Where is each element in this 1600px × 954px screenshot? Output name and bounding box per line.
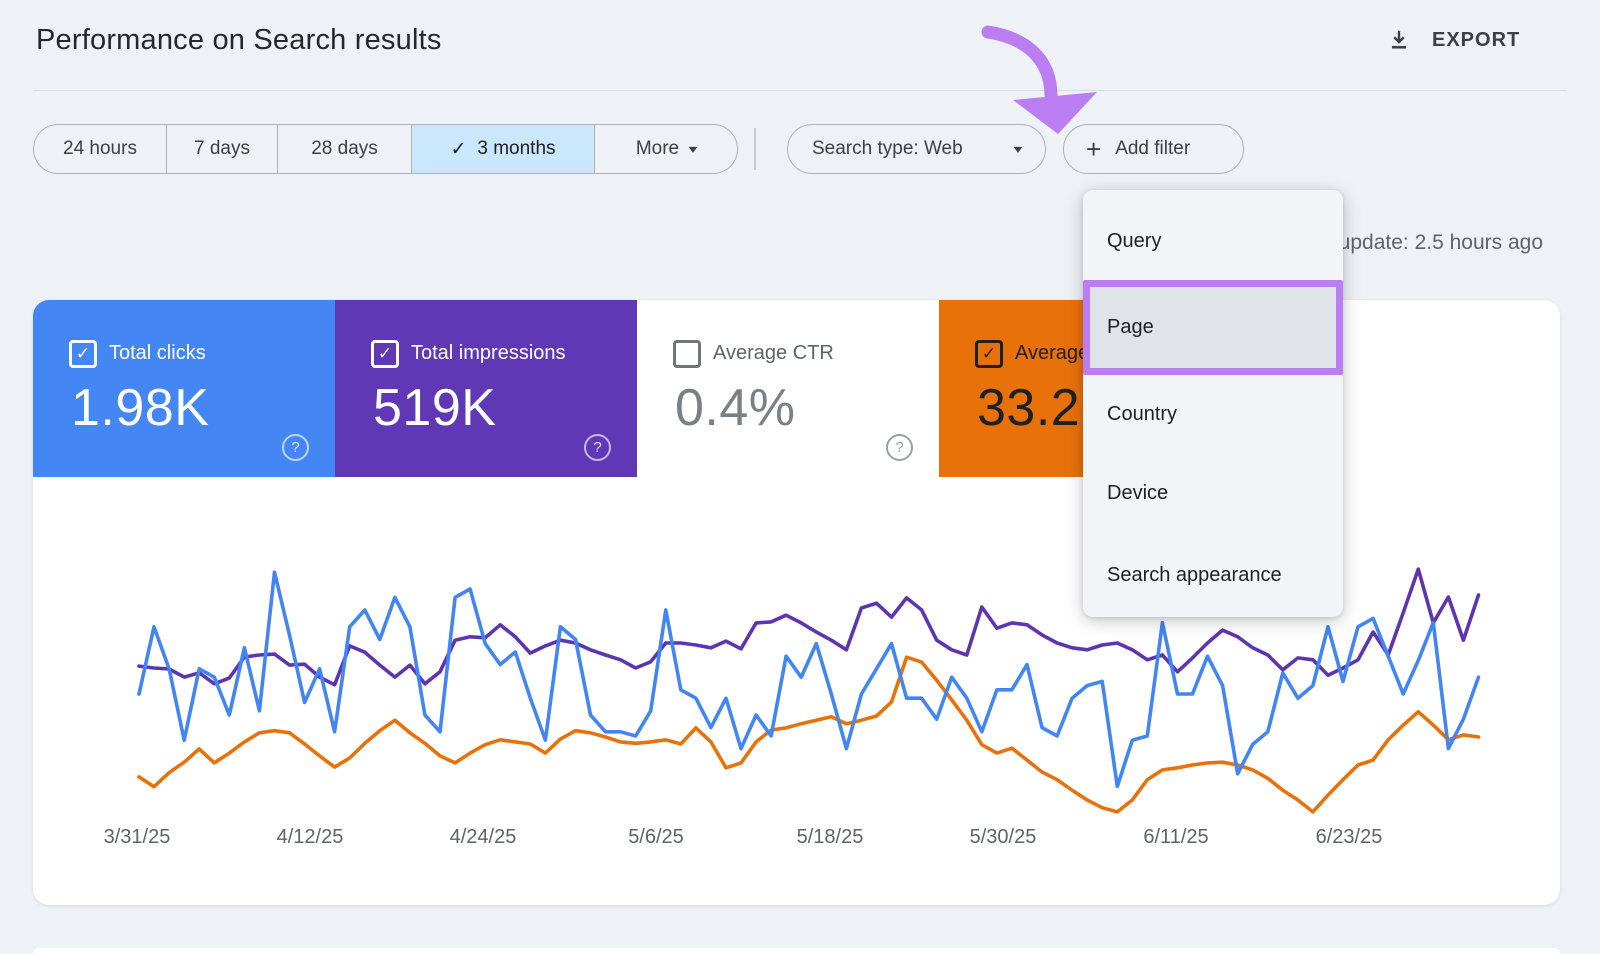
help-icon[interactable]: ? <box>282 434 309 461</box>
metric-value: 519K <box>373 378 496 438</box>
checkbox-icon[interactable] <box>673 340 701 368</box>
metric-tile-total-impressions[interactable]: ✓ Total impressions 519K ? <box>335 300 637 477</box>
plus-icon: + <box>1086 136 1101 162</box>
date-range-7-days[interactable]: ✓ 7 days <box>167 125 278 173</box>
metric-label: Total impressions <box>411 342 566 365</box>
page-title: Performance on Search results <box>36 24 442 57</box>
menu-item-page[interactable]: Page <box>1090 316 1154 339</box>
checkbox-icon[interactable]: ✓ <box>975 340 1003 368</box>
x-axis-tick: 5/18/25 <box>780 826 880 849</box>
export-label: EXPORT <box>1432 29 1520 52</box>
date-range-label: 7 days <box>194 138 250 160</box>
series-average-position <box>139 657 1479 812</box>
date-range-24-hours[interactable]: ✓ 24 hours <box>34 125 167 173</box>
toolbar-separator <box>754 128 756 170</box>
search-type-label: Search type: Web <box>812 138 963 160</box>
search-type-dropdown[interactable]: Search type: Web ▾ <box>787 124 1046 174</box>
checkbox-icon[interactable]: ✓ <box>371 340 399 368</box>
date-range-28-days[interactable]: ✓ 28 days <box>278 125 412 173</box>
add-filter-button[interactable]: + Add filter <box>1063 124 1244 174</box>
date-range-label: 24 hours <box>63 138 137 160</box>
help-icon[interactable]: ? <box>886 434 913 461</box>
next-section-card <box>33 948 1560 954</box>
metric-value: 1.98K <box>71 378 209 438</box>
metric-value: 33.2 <box>977 378 1080 438</box>
x-axis-tick: 4/12/25 <box>260 826 360 849</box>
date-range-label: 28 days <box>311 138 378 160</box>
metric-value: 0.4% <box>675 378 796 438</box>
download-icon <box>1386 27 1412 53</box>
x-axis-tick: 4/24/25 <box>433 826 533 849</box>
chevron-down-icon: ▾ <box>1014 142 1023 156</box>
x-axis-tick: 3/31/25 <box>87 826 187 849</box>
menu-item-query[interactable]: Query <box>1083 202 1343 280</box>
metric-tile-total-clicks[interactable]: ✓ Total clicks 1.98K ? <box>33 300 335 477</box>
x-axis-tick: 6/11/25 <box>1126 826 1226 849</box>
menu-item-device[interactable]: Device <box>1083 453 1343 533</box>
check-icon: ✓ <box>450 138 466 161</box>
add-filter-menu: Query Page Country Device Search appeara… <box>1083 190 1343 617</box>
highlighted-menu-item: Page <box>1083 280 1343 375</box>
menu-item-search-appearance[interactable]: Search appearance <box>1083 533 1343 617</box>
export-button[interactable]: EXPORT <box>1386 22 1520 58</box>
add-filter-label: Add filter <box>1115 138 1190 160</box>
x-axis-tick: 5/6/25 <box>606 826 706 849</box>
date-range-label: 3 months <box>477 138 555 160</box>
date-range-control: ✓ 24 hours ✓ 7 days ✓ 28 days ✓ 3 months… <box>33 124 738 174</box>
menu-item-country[interactable]: Country <box>1083 375 1343 453</box>
checkbox-icon[interactable]: ✓ <box>69 340 97 368</box>
chevron-down-icon: ▾ <box>689 142 698 156</box>
help-icon[interactable]: ? <box>584 434 611 461</box>
date-range-more-button[interactable]: More ▾ <box>595 125 737 173</box>
x-axis-tick: 5/30/25 <box>953 826 1053 849</box>
x-axis-tick: 6/23/25 <box>1299 826 1399 849</box>
metric-tile-average-ctr[interactable]: Average CTR 0.4% ? <box>637 300 939 477</box>
more-label: More <box>636 138 679 160</box>
metric-label: Average CTR <box>713 342 834 365</box>
date-range-3-months[interactable]: ✓ 3 months <box>412 125 595 173</box>
header-divider <box>33 90 1567 91</box>
metric-label: Total clicks <box>109 342 206 365</box>
